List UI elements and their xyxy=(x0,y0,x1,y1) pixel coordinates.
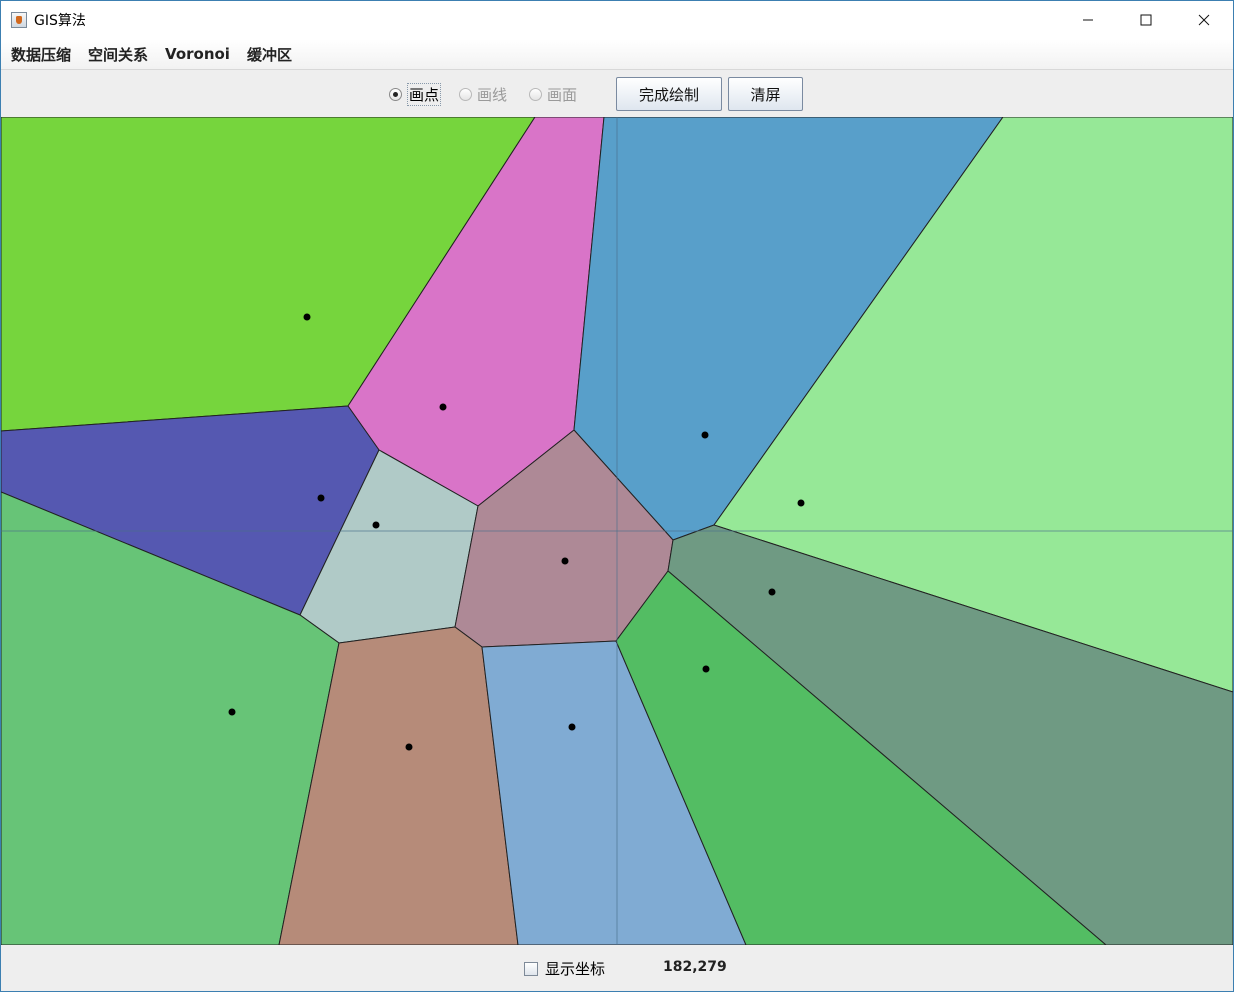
radio-circle xyxy=(459,87,472,101)
close-icon xyxy=(1198,14,1210,26)
voronoi-site xyxy=(228,708,236,716)
maximize-button[interactable] xyxy=(1117,1,1175,39)
show-coordinates-label: 显示坐标 xyxy=(545,960,606,978)
voronoi-site xyxy=(405,743,413,751)
voronoi-site xyxy=(439,403,447,411)
voronoi-site xyxy=(568,723,576,731)
voronoi-diagram xyxy=(1,117,1233,945)
drawing-canvas[interactable] xyxy=(1,117,1233,945)
finish-drawing-button[interactable]: 完成绘制 xyxy=(616,77,722,111)
show-coordinates-toggle[interactable]: 显示坐标 xyxy=(524,958,605,979)
voronoi-site xyxy=(797,499,805,507)
radio-draw-point[interactable]: 画点 xyxy=(389,82,442,106)
menu-buffer[interactable]: 缓冲区 xyxy=(238,44,300,65)
toolbar: 画点 画线 画面 完成绘制 清屏 xyxy=(1,70,1233,117)
minimize-icon xyxy=(1083,19,1093,21)
voronoi-site xyxy=(317,494,325,502)
menu-voronoi[interactable]: Voronoi xyxy=(156,45,238,63)
window-controls xyxy=(1059,1,1233,39)
voronoi-site xyxy=(561,557,569,565)
window-title: GIS算法 xyxy=(34,13,86,29)
menu-bar: 数据压缩 空间关系 Voronoi 缓冲区 xyxy=(1,39,1233,70)
close-button[interactable] xyxy=(1175,1,1233,39)
status-bar: 显示坐标 182,279 xyxy=(1,945,1233,991)
title-bar: GIS算法 xyxy=(1,1,1233,39)
voronoi-site xyxy=(768,588,776,596)
voronoi-site xyxy=(372,521,380,529)
clear-screen-button[interactable]: 清屏 xyxy=(728,77,803,111)
show-coordinates-checkbox[interactable] xyxy=(524,961,538,976)
menu-spatial-relation[interactable]: 空间关系 xyxy=(79,44,156,65)
radio-circle xyxy=(389,87,402,101)
radio-circle xyxy=(529,87,542,101)
radio-draw-polygon-label: 画面 xyxy=(547,85,578,104)
java-app-icon xyxy=(11,12,27,28)
voronoi-site xyxy=(701,431,709,439)
minimize-button[interactable] xyxy=(1059,1,1117,39)
voronoi-site xyxy=(303,313,311,321)
radio-draw-point-label: 画点 xyxy=(407,82,442,106)
voronoi-site xyxy=(702,665,710,673)
radio-draw-line[interactable]: 画线 xyxy=(459,84,507,104)
cursor-coordinates: 182,279 xyxy=(663,959,727,975)
radio-draw-line-label: 画线 xyxy=(477,85,508,104)
maximize-icon xyxy=(1140,14,1152,26)
radio-draw-polygon[interactable]: 画面 xyxy=(529,84,577,104)
app-window: GIS算法 数据压缩 空间关系 Voronoi 缓冲区 画点 画线 画面 完成绘… xyxy=(0,0,1234,992)
menu-data-compression[interactable]: 数据压缩 xyxy=(1,44,79,65)
